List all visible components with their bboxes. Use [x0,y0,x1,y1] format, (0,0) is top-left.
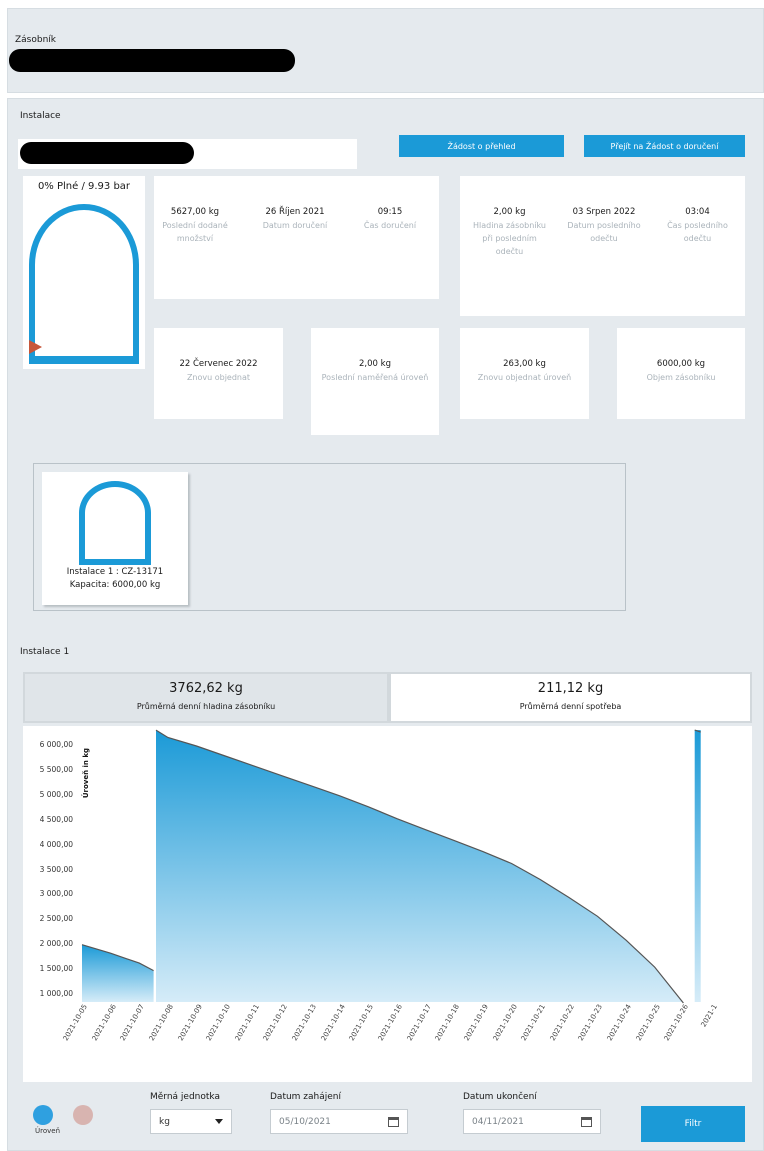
stat-last-measured: 2,00 kg Poslední naměřená úroveň [320,358,430,384]
stat-value: 2,00 kg [493,207,526,217]
stat-label: Poslední dodané množství [162,221,228,243]
tank-fill-status: 0% Plné / 9.93 bar [37,181,131,192]
legend-second-dot[interactable] [73,1105,93,1125]
installation-label: Instalace [20,111,61,121]
end-date-input[interactable]: 04/11/2021 [463,1109,601,1134]
tank-card-capacity: Kapacita: 6000,00 kg [69,580,161,590]
stat-tank-volume: 6000,00 kg Objem zásobníku [619,358,743,384]
stat-delivery-date: 26 Říjen 2021 Datum doručení [250,206,340,232]
end-date-value: 04/11/2021 [472,1116,524,1127]
tank-icon [79,481,151,565]
avg-consumption-label: Průměrná denní spotřeba [519,702,622,711]
chart-y-axis-label: Úroveň in kg [82,748,90,799]
stat-value: 03 Srpen 2022 [572,207,636,217]
stat-label: Znovu objednat úroveň [477,373,572,382]
stat-label: Čas doručení [363,221,417,230]
stat-label: Čas posledního odečtu [667,221,728,243]
stat-label: Datum posledního odečtu [567,221,641,243]
summary-avg-level-tab[interactable] [23,672,389,723]
level-series-tail-spike [694,730,701,1002]
tank-card-caption: Instalace 1 : CZ-13171 Kapacita: 6000,00… [42,566,188,592]
start-date-label: Datum zahájení [270,1092,342,1102]
calendar-icon[interactable] [388,1117,399,1127]
calendar-icon[interactable] [581,1117,592,1127]
unit-label: Měrná jednotka [150,1092,220,1102]
y-tick-label: 5 500,00 [39,764,73,774]
tank-card-id: Instalace 1 : CZ-13171 [66,567,164,577]
stat-value: 22 Červenec 2022 [179,359,258,369]
redacted-tank-name [9,49,295,72]
tank-gauge-icon [29,204,139,364]
stat-reorder-date: 22 Červenec 2022 Znovu objednat [156,358,281,384]
stat-label: Poslední naměřená úroveň [321,373,429,382]
legend-level-label: Úroveň [35,1127,61,1135]
redacted-installation-name [20,142,194,164]
y-tick-label: 3 500,00 [39,864,73,874]
unit-select-value: kg [159,1116,170,1127]
chevron-down-icon [215,1119,223,1124]
level-series-segment-2-fill [156,730,684,1003]
y-tick-label: 3 000,00 [39,889,73,899]
y-tick-label: 2 500,00 [39,914,73,924]
y-tick-label: 6 000,00 [39,740,73,749]
y-tick-label: 4 000,00 [39,839,73,849]
stat-value: 263,00 kg [503,359,546,369]
start-date-input[interactable]: 05/10/2021 [270,1109,408,1134]
stat-value: 03:04 [685,207,710,217]
y-tick-label: 1 500,00 [39,964,73,974]
tank-level-marker-icon [29,340,42,354]
legend-level-dot[interactable] [33,1105,53,1125]
request-overview-button[interactable]: Žádost o přehled [399,135,564,157]
level-series-segment-1-fill [82,944,154,1002]
stat-label: Hladina zásobníku při posledním odečtu [473,221,546,256]
stat-label: Objem zásobníku [646,373,716,382]
unit-select[interactable]: kg [150,1109,232,1134]
stat-last-reading-level: 2,00 kg Hladina zásobníku při posledním … [472,206,547,258]
end-date-label: Datum ukončení [463,1092,537,1102]
stat-value: 26 Říjen 2021 [265,207,325,217]
stat-reorder-level: 263,00 kg Znovu objednat úroveň [462,358,587,384]
y-tick-label: 1 000,00 [39,989,73,998]
stat-last-reading-date: 03 Srpen 2022 Datum posledního odečtu [563,206,645,245]
y-tick-label: 2 000,00 [39,939,73,949]
stat-value: 6000,00 kg [656,359,706,369]
avg-level-label: Průměrná denní hladina zásobníku [136,702,276,711]
y-tick-label: 4 500,00 [39,814,73,824]
stat-label: Znovu objednat [186,373,251,382]
tank-header-label: Zásobník [15,35,57,45]
filter-button[interactable]: Filtr [641,1106,745,1142]
chart-section-title: Instalace 1 [20,647,70,657]
go-to-delivery-request-button[interactable]: Přejít na Žádost o doručení [584,135,745,157]
y-tick-label: 5 000,00 [39,789,73,799]
stat-last-reading-time: 03:04 Čas posledního odečtu [655,206,740,245]
avg-consumption-value: 211,12 kg [537,681,604,696]
stat-delivery-time: 09:15 Čas doručení [350,206,430,232]
stat-value: 2,00 kg [359,359,391,369]
stat-value: 5627,00 kg [170,207,220,217]
stat-value: 09:15 [377,207,403,217]
stat-last-delivered: 5627,00 kg Poslední dodané množství [160,206,230,245]
stat-label: Datum doručení [262,221,328,230]
summary-avg-consumption-tab[interactable] [389,672,752,723]
start-date-value: 05/10/2021 [279,1116,331,1127]
avg-level-value: 3762,62 kg [169,681,243,696]
